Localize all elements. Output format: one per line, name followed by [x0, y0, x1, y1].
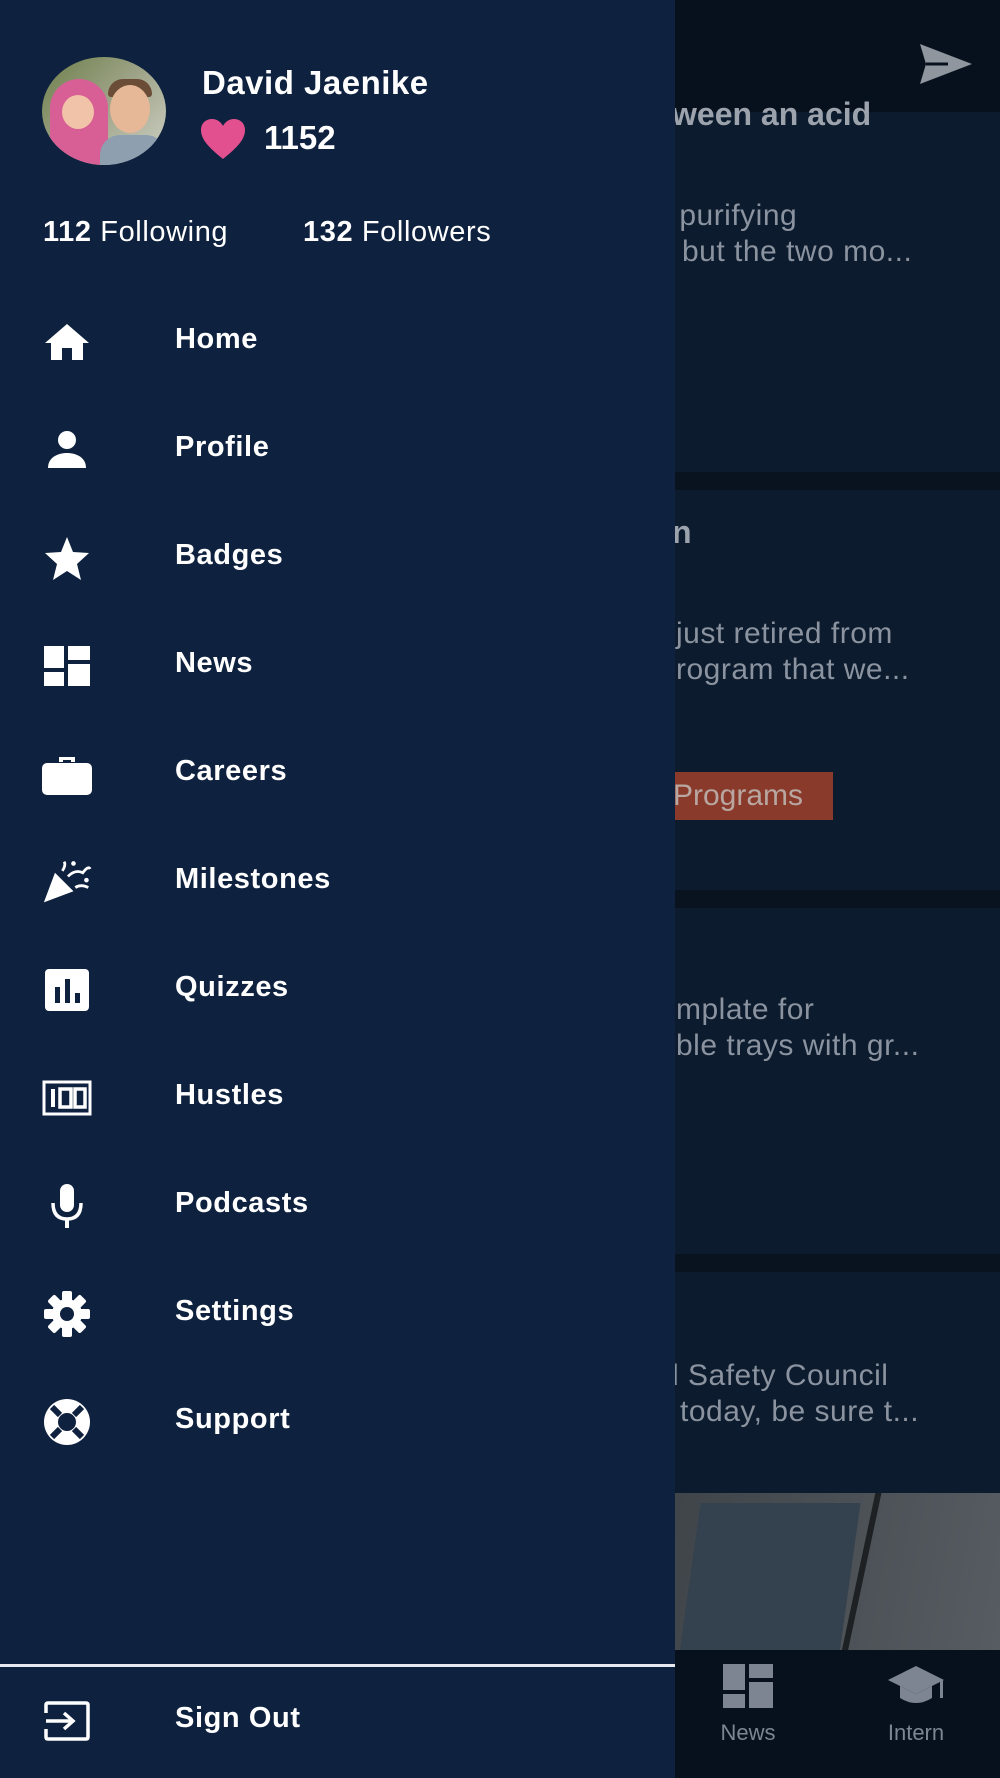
card-excerpt: but the two mo...: [682, 235, 913, 268]
followers-link[interactable]: 132 Followers: [303, 216, 491, 249]
hearts-count: 1152: [264, 119, 336, 156]
bottom-nav-label: Intern: [887, 1720, 945, 1745]
menu-item-badges[interactable]: Badges: [0, 513, 675, 603]
user-name: David Jaenike: [202, 64, 429, 101]
menu-item-label: Careers: [175, 755, 288, 787]
menu-item-label: Support: [175, 1403, 291, 1435]
menu-item-profile[interactable]: Profile: [0, 405, 675, 495]
category-tag[interactable]: Programs: [655, 772, 833, 820]
menu-item-label: Milestones: [175, 863, 331, 895]
divider: [0, 1664, 675, 1667]
menu-item-careers[interactable]: Careers: [0, 729, 675, 819]
card-title: ween an acid: [672, 96, 872, 132]
heart-icon: [201, 119, 245, 159]
following-link[interactable]: 112 Following: [43, 216, 228, 249]
following-label: Following: [100, 216, 229, 248]
menu-item-label: Profile: [175, 431, 270, 463]
menu-item-milestones[interactable]: Milestones: [0, 837, 675, 927]
menu-item-news[interactable]: News: [0, 621, 675, 711]
home-icon: [42, 318, 92, 366]
lifebuoy-icon: [42, 1398, 92, 1446]
microphone-icon: [42, 1182, 92, 1230]
card-excerpt: r purifying: [660, 199, 798, 232]
menu-item-label: News: [175, 647, 254, 679]
exit-icon: [42, 1697, 92, 1745]
briefcase-icon: [42, 750, 92, 798]
followers-count: 132: [303, 216, 354, 248]
menu-item-hustles[interactable]: Hustles: [0, 1053, 675, 1143]
following-count: 112: [43, 216, 92, 248]
card-excerpt: mplate for: [676, 993, 815, 1026]
person-icon: [42, 426, 92, 474]
menu-item-label: Badges: [175, 539, 284, 571]
counter-100-icon: [42, 1074, 92, 1122]
dashboard-icon: [42, 642, 92, 690]
bottom-nav-intern[interactable]: Intern: [851, 1664, 981, 1746]
menu-item-settings[interactable]: Settings: [0, 1269, 675, 1359]
menu-item-label: Settings: [175, 1295, 295, 1327]
party-popper-icon: [42, 858, 92, 906]
menu-item-podcasts[interactable]: Podcasts: [0, 1161, 675, 1251]
menu-item-label: Podcasts: [175, 1187, 309, 1219]
menu-item-label: Quizzes: [175, 971, 289, 1003]
bottom-nav-news[interactable]: News: [683, 1664, 813, 1746]
sign-out-button[interactable]: Sign Out: [0, 1676, 675, 1766]
card-excerpt: today, be sure t...: [680, 1395, 920, 1428]
card-excerpt: l Safety Council: [672, 1359, 889, 1392]
menu-item-support[interactable]: Support: [0, 1377, 675, 1467]
navigation-drawer: David Jaenike 1152 112 Following 132 Fol…: [0, 0, 675, 1778]
card-excerpt: rogram that we...: [676, 653, 910, 686]
card-excerpt: ble trays with gr...: [676, 1029, 920, 1062]
sign-out-label: Sign Out: [175, 1702, 301, 1734]
card-excerpt: just retired from: [676, 617, 893, 650]
avatar[interactable]: [42, 57, 166, 165]
menu-item-label: Home: [175, 323, 258, 355]
menu-item-home[interactable]: Home: [0, 297, 675, 387]
send-icon[interactable]: [918, 40, 974, 88]
bar-chart-icon: [42, 966, 92, 1014]
dashboard-icon: [723, 1664, 773, 1708]
bottom-nav-label: News: [720, 1720, 776, 1745]
graduation-cap-icon: [888, 1666, 944, 1703]
menu-item-label: Hustles: [175, 1079, 284, 1111]
menu-item-quizzes[interactable]: Quizzes: [0, 945, 675, 1035]
gear-icon: [42, 1290, 92, 1338]
followers-label: Followers: [361, 216, 492, 248]
star-icon: [42, 534, 92, 582]
